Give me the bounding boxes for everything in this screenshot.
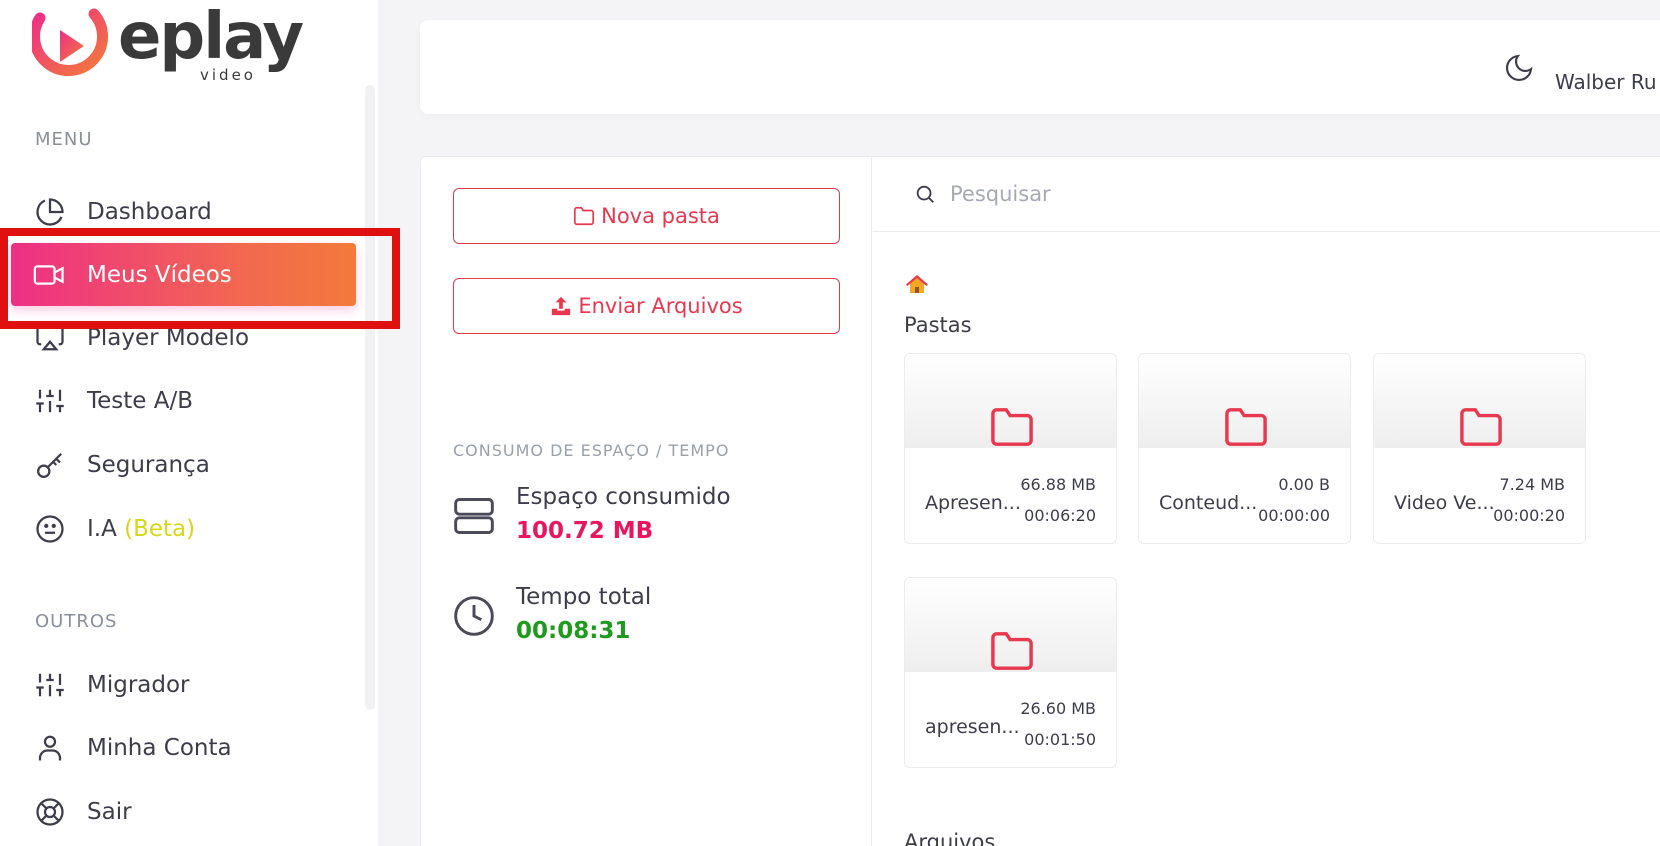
folder-duration: 00:00:20 (1493, 506, 1565, 525)
folder-size: 26.60 MB (1020, 699, 1096, 718)
others-section-label: OUTROS (35, 611, 118, 632)
sliders-icon (35, 386, 65, 416)
top-header (420, 20, 1660, 114)
sidebar-item-sair[interactable]: Sair (35, 790, 355, 834)
beta-badge: (Beta) (124, 516, 196, 542)
sidebar-item-player-modelo[interactable]: Player Modelo (35, 316, 355, 360)
search-input[interactable] (950, 175, 1550, 213)
sidebar-item-label: Migrador (87, 672, 190, 698)
usage-section-label: CONSUMO DE ESPAÇO / TEMPO (453, 441, 730, 460)
files-section-title: Arquivos (904, 830, 996, 846)
sidebar-item-label: Dashboard (87, 199, 212, 225)
folder-duration: 00:01:50 (1024, 730, 1096, 749)
total-time-title: Tempo total (516, 584, 652, 610)
space-consumed-value: 100.72 MB (516, 518, 654, 544)
sidebar-item-label: Segurança (87, 452, 210, 478)
menu-section-label: MENU (35, 129, 93, 150)
sidebar-item-migrador[interactable]: Migrador (35, 663, 355, 707)
search-icon (914, 183, 936, 205)
sidebar-item-label: Meus Vídeos (87, 261, 232, 288)
upload-icon (552, 296, 571, 316)
sidebar-item-meus-videos[interactable]: Meus Vídeos (11, 243, 356, 306)
new-folder-label: Nova pasta (601, 204, 720, 228)
folder-duration: 00:06:20 (1024, 506, 1096, 525)
user-name[interactable]: Walber Ru (1555, 70, 1657, 94)
sidebar-item-label: I.A (Beta) (87, 516, 196, 542)
folders-section-title: Pastas (904, 313, 972, 337)
logo-subtitle: video (200, 66, 256, 84)
sidebar-item-dashboard[interactable]: Dashboard (35, 190, 355, 234)
sliders-icon (35, 670, 65, 700)
folder-icon (574, 206, 595, 226)
pie-chart-icon (35, 197, 65, 227)
meh-face-icon (35, 514, 65, 544)
sidebar: eplay video MENU Dashboard Meus Vídeos P… (0, 0, 400, 846)
total-time-value: 00:08:31 (516, 618, 631, 644)
folder-size: 0.00 B (1278, 475, 1330, 494)
sidebar-item-label: Minha Conta (87, 735, 232, 761)
folder-icon (989, 630, 1035, 672)
folder-name: Conteud... (1159, 492, 1258, 514)
sidebar-item-ia[interactable]: I.A (Beta) (35, 507, 355, 551)
sidebar-scrollbar[interactable] (365, 85, 375, 710)
folder-duration: 00:00:00 (1258, 506, 1330, 525)
sidebar-item-seguranca[interactable]: Segurança (35, 443, 355, 487)
logo-wordmark: eplay (118, 0, 304, 74)
home-breadcrumb-icon[interactable] (905, 272, 929, 296)
folder-card[interactable]: apresen... 26.60 MB 00:01:50 (904, 577, 1117, 768)
sidebar-item-teste-ab[interactable]: Teste A/B (35, 379, 355, 423)
airplay-icon (35, 323, 65, 353)
folder-card[interactable]: Conteud... 0.00 B 00:00:00 (1138, 353, 1351, 544)
key-icon (35, 450, 65, 480)
logo-play-icon (32, 8, 108, 76)
new-folder-button[interactable]: Nova pasta (453, 188, 840, 244)
folder-size: 66.88 MB (1020, 475, 1096, 494)
space-consumed-title: Espaço consumido (516, 484, 731, 510)
user-icon (35, 733, 65, 763)
folder-icon (989, 406, 1035, 448)
upload-files-label: Enviar Arquivos (578, 294, 743, 318)
life-buoy-icon (35, 797, 65, 827)
video-camera-icon (33, 260, 65, 290)
folder-card[interactable]: Video Ve... 7.24 MB 00:00:20 (1373, 353, 1586, 544)
folder-size: 7.24 MB (1499, 475, 1566, 494)
eplay-logo[interactable]: eplay video (32, 0, 322, 88)
folder-icon (1223, 406, 1269, 448)
folder-name: apresen... (925, 716, 1020, 738)
folder-name: Video Ve... (1394, 492, 1495, 514)
moon-icon[interactable] (1503, 52, 1535, 84)
sidebar-item-minha-conta[interactable]: Minha Conta (35, 726, 355, 770)
sidebar-item-label: Sair (87, 799, 132, 825)
sidebar-item-label: Player Modelo (87, 325, 250, 351)
folder-icon (1458, 406, 1504, 448)
folder-card[interactable]: Apresen... 66.88 MB 00:06:20 (904, 353, 1117, 544)
sidebar-item-label: Teste A/B (87, 388, 194, 414)
server-icon (452, 494, 496, 538)
upload-files-button[interactable]: Enviar Arquivos (453, 278, 840, 334)
folder-name: Apresen... (925, 492, 1021, 514)
clock-icon (452, 594, 496, 638)
